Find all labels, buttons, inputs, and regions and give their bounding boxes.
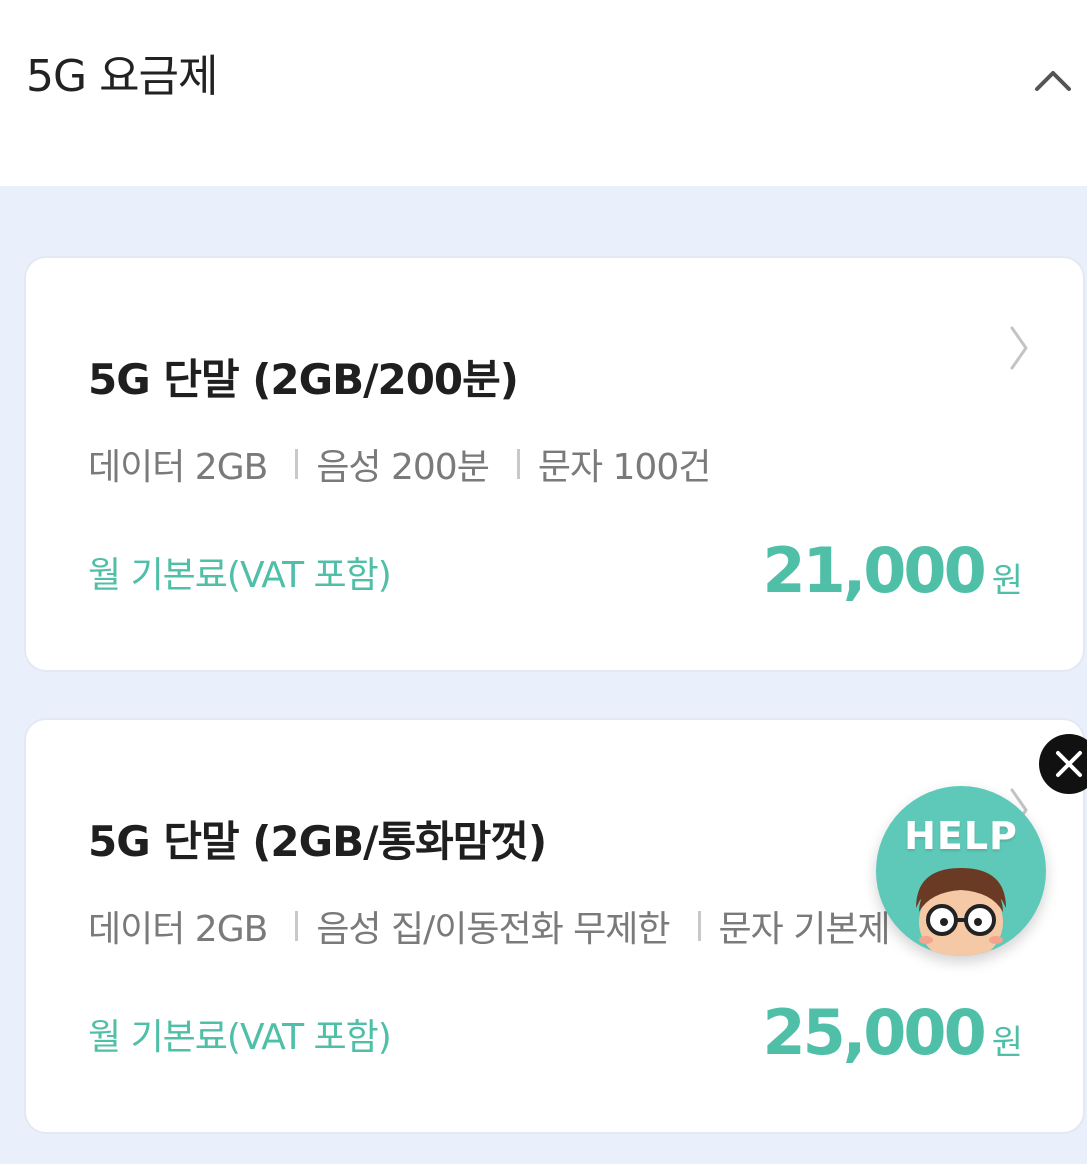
character-face-icon xyxy=(916,868,1006,956)
close-icon[interactable] xyxy=(1039,734,1087,794)
plan-title: 5G 단말 (2GB/200분) xyxy=(88,355,519,404)
plan-specs: 데이터 2GB 음성 200분 문자 100건 xyxy=(88,438,712,490)
price: 25,000 원 xyxy=(762,996,1023,1069)
spec-voice: 음성 200분 xyxy=(316,447,490,488)
spec-data: 데이터 2GB xyxy=(88,447,268,488)
price-value: 25,000 xyxy=(762,996,986,1069)
plan-specs: 데이터 2GB 음성 집/이동전화 무제한 문자 기본제 xyxy=(88,900,891,952)
page: 5G 요금제 5G 단말 (2GB/200분) 데이터 2GB 음성 200분 … xyxy=(0,0,1087,1164)
help-button[interactable]: HELP xyxy=(876,786,1046,956)
price-unit: 원 xyxy=(991,561,1023,601)
price-unit: 원 xyxy=(991,1023,1023,1063)
price-label: 월 기본료(VAT 포함) xyxy=(88,1017,392,1058)
spec-sms: 문자 기본제 xyxy=(718,909,891,950)
spec-data: 데이터 2GB xyxy=(88,909,268,950)
price-value: 21,000 xyxy=(762,534,986,607)
plan-card[interactable]: 5G 단말 (2GB/200분) 데이터 2GB 음성 200분 문자 100건… xyxy=(24,256,1085,672)
spec-sms: 문자 100건 xyxy=(537,447,712,488)
chevron-up-icon[interactable] xyxy=(1025,55,1081,105)
section-header[interactable]: 5G 요금제 xyxy=(0,0,1087,186)
spec-divider xyxy=(697,911,701,941)
spec-voice: 음성 집/이동전화 무제한 xyxy=(316,909,670,950)
spec-divider xyxy=(516,449,520,479)
help-label: HELP xyxy=(904,814,1018,858)
spec-divider xyxy=(295,911,299,941)
price-label: 월 기본료(VAT 포함) xyxy=(88,555,392,596)
plan-title: 5G 단말 (2GB/통화맘껏) xyxy=(88,817,547,866)
price: 21,000 원 xyxy=(762,534,1023,607)
spec-divider xyxy=(295,449,299,479)
section-title: 5G 요금제 xyxy=(26,51,219,102)
chevron-right-icon[interactable] xyxy=(1004,320,1034,376)
